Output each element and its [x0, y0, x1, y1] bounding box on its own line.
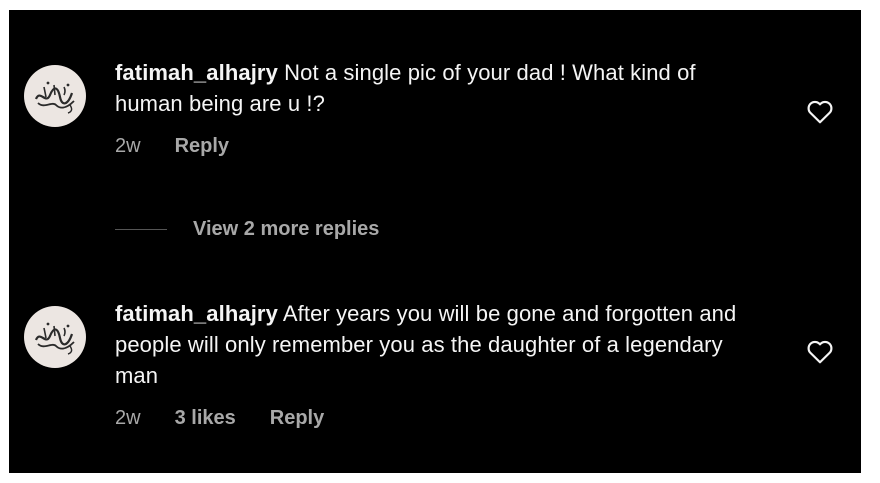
comment-body: fatimah_alhajry Not a single pic of your… — [115, 57, 755, 158]
comments-panel: fatimah_alhajry Not a single pic of your… — [9, 10, 861, 473]
avatar[interactable] — [24, 306, 86, 368]
comment-text-block: fatimah_alhajry Not a single pic of your… — [115, 57, 755, 119]
comment-meta: 2w Reply — [115, 135, 755, 158]
view-more-replies-button[interactable]: View 2 more replies — [115, 218, 379, 241]
comment-text-block: fatimah_alhajry After years you will be … — [115, 298, 755, 391]
reply-button[interactable]: Reply — [270, 407, 324, 429]
heart-outline-icon[interactable] — [807, 100, 833, 124]
comment-body: fatimah_alhajry After years you will be … — [115, 298, 755, 430]
comment-timestamp[interactable]: 2w — [115, 135, 141, 157]
comment-username[interactable]: fatimah_alhajry — [115, 60, 278, 85]
view-more-replies-label: View 2 more replies — [193, 218, 380, 240]
calligraphy-avatar-icon — [34, 322, 75, 355]
reply-button[interactable]: Reply — [175, 135, 229, 157]
heart-outline-icon[interactable] — [807, 340, 833, 364]
replies-divider — [115, 229, 167, 230]
comment-username[interactable]: fatimah_alhajry — [115, 301, 278, 326]
comment-timestamp[interactable]: 2w — [115, 407, 141, 429]
comment-likes-count[interactable]: 3 likes — [175, 407, 236, 429]
comment-meta: 2w 3 likes Reply — [115, 407, 755, 430]
avatar[interactable] — [24, 65, 86, 127]
calligraphy-avatar-icon — [34, 81, 75, 114]
